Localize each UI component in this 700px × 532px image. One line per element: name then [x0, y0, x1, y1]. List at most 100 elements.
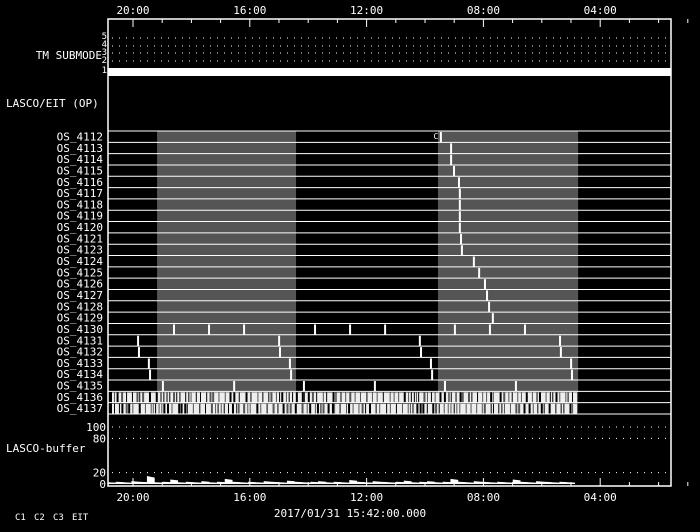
observation-gap: [139, 392, 141, 403]
observation-gap: [243, 403, 246, 414]
observation-gap: [316, 392, 318, 403]
observation-gap: [195, 392, 197, 403]
observation-gap: [471, 392, 473, 403]
observation-gap: [398, 392, 400, 403]
observation-gap: [503, 392, 506, 403]
observation-gap: [247, 403, 249, 414]
observation-gap: [375, 403, 377, 414]
observation-gap: [450, 403, 452, 414]
observation-marker: [491, 313, 494, 324]
time-tick-label-top: 16:00: [233, 4, 266, 17]
observation-gap: [163, 403, 166, 414]
observation-gap: [228, 403, 230, 414]
observation-gap: [486, 392, 488, 403]
observation-gap: [179, 392, 181, 403]
observation-marker: [486, 290, 489, 301]
observation-marker: [559, 335, 562, 347]
observation-marker: [429, 358, 432, 369]
legend-item: C1: [15, 513, 26, 523]
observation-gap: [192, 403, 194, 414]
observation-gap: [467, 392, 470, 403]
observation-gap: [171, 403, 173, 414]
observation-gap: [185, 392, 187, 403]
observation-gap: [365, 403, 367, 414]
observation-gap: [348, 403, 351, 414]
time-tick-label-bottom: 08:00: [467, 491, 500, 504]
observation-gap: [407, 403, 409, 414]
observation-gap: [152, 403, 154, 414]
date-label: 2017/01/31 15:42:00.000: [274, 507, 426, 520]
observation-gap: [188, 392, 190, 403]
observation-gap: [358, 403, 360, 414]
observation-gap: [435, 403, 438, 414]
observation-marker: [137, 335, 140, 347]
dense-observations: [112, 392, 577, 403]
observation-gap: [447, 403, 449, 414]
observation-gap: [371, 392, 373, 403]
row-label: OS_4137: [57, 402, 103, 415]
observation-gap: [569, 403, 572, 414]
observation-gap: [572, 403, 574, 414]
observation-gap: [352, 403, 354, 414]
observation-marker: [458, 211, 461, 222]
observation-gap: [438, 403, 440, 414]
observation-marker: [478, 267, 481, 279]
observation-marker: [450, 154, 453, 165]
observation-gap: [422, 403, 425, 414]
observation-gap: [131, 392, 133, 403]
observation-gap: [490, 392, 493, 403]
observation-gap: [525, 392, 528, 403]
observation-gap: [184, 403, 187, 414]
observation-gap: [223, 403, 225, 414]
observation-gap: [538, 392, 541, 403]
observation-gap: [316, 403, 319, 414]
observation-gap: [501, 403, 503, 414]
observation-marker: [488, 324, 491, 335]
observation-gap: [268, 392, 270, 403]
observation-gap: [303, 392, 305, 403]
observation-gap: [270, 392, 273, 403]
observation-gap: [555, 403, 557, 414]
observation-marker: [453, 165, 456, 177]
observation-gap: [173, 392, 176, 403]
observation-gap: [250, 392, 252, 403]
observation-gap: [340, 392, 342, 403]
observation-gap: [359, 392, 361, 403]
observation-gap: [415, 392, 417, 403]
observation-gap: [555, 392, 558, 403]
legend-item: EIT: [72, 513, 89, 523]
observation-gap: [403, 392, 406, 403]
observation-marker: [450, 143, 453, 154]
observation-gap: [531, 392, 533, 403]
observation-marker: [243, 324, 246, 335]
observation-marker: [373, 381, 376, 392]
observation-gap: [509, 403, 511, 414]
time-tick-label-bottom: 16:00: [233, 491, 266, 504]
observation-marker: [147, 358, 150, 369]
observation-marker: [161, 381, 164, 392]
time-tick-label-bottom: 04:00: [584, 491, 617, 504]
observation-marker: [233, 381, 236, 392]
observation-gap: [320, 403, 322, 414]
observation-gap: [408, 392, 410, 403]
observation-gap: [520, 392, 522, 403]
observation-gap: [536, 392, 538, 403]
observation-gap: [389, 403, 391, 414]
observation-gap: [118, 403, 120, 414]
observation-gap: [498, 403, 500, 414]
observation-gap: [386, 403, 388, 414]
observation-gap: [275, 392, 277, 403]
observation-gap: [508, 392, 510, 403]
observation-gap: [517, 392, 519, 403]
observation-marker: [570, 358, 573, 369]
observation-gap: [376, 392, 378, 403]
observation-gap: [161, 403, 163, 414]
observation-gap: [209, 392, 212, 403]
observation-gap: [155, 392, 158, 403]
observation-gap: [465, 403, 467, 414]
observation-gap: [199, 392, 201, 403]
observation-gap: [416, 403, 419, 414]
observation-gap: [121, 403, 124, 414]
observation-gap: [413, 392, 415, 403]
observation-gap: [322, 392, 324, 403]
